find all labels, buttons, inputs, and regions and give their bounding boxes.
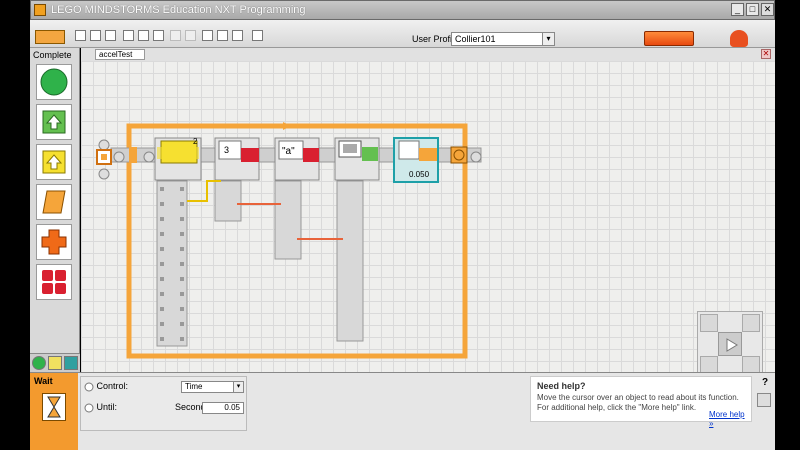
download-button[interactable] xyxy=(700,314,718,332)
app-window: LEGO MINDSTORMS Education NXT Programmin… xyxy=(0,0,800,450)
window-title: LEGO MINDSTORMS Education NXT Programmin… xyxy=(51,4,306,16)
palette-data-block[interactable] xyxy=(36,224,72,260)
open-file-icon[interactable] xyxy=(90,30,101,41)
palette-flow-block[interactable] xyxy=(36,184,72,220)
palette-sensor-block[interactable] xyxy=(36,144,72,180)
text-block-value: "a" xyxy=(282,146,295,157)
copy-icon[interactable] xyxy=(138,30,149,41)
robot-educator-icon[interactable] xyxy=(730,30,748,47)
help-panel: Need help? Move the cursor over an objec… xyxy=(530,376,752,428)
paste-icon[interactable] xyxy=(153,30,164,41)
orange-parallelogram-icon xyxy=(42,190,66,214)
user-profile-value: Collier101 xyxy=(455,34,496,44)
wait-value-label: 0.050 xyxy=(409,170,430,179)
my-block-icon[interactable] xyxy=(252,30,263,41)
program-grid[interactable]: 2 3 "a" 0.050 xyxy=(81,61,775,377)
pointer-icon[interactable] xyxy=(202,30,213,41)
complete-palette-tab[interactable] xyxy=(48,356,62,370)
block-palette: Complete xyxy=(30,48,80,372)
program-tab[interactable]: accelTest xyxy=(95,49,145,60)
minimize-button[interactable]: _ xyxy=(731,3,744,16)
app-logo-icon xyxy=(34,4,46,16)
run-program-button[interactable] xyxy=(718,332,742,356)
main-toolbar: User Profile: Collier101 ▾ xyxy=(30,20,775,48)
until-row: Until: xyxy=(84,402,117,413)
nxt-controller xyxy=(697,311,763,377)
until-radio-icon xyxy=(84,403,94,413)
common-palette-tab[interactable] xyxy=(32,356,46,370)
redo-icon[interactable] xyxy=(185,30,196,41)
loop-direction-arrow xyxy=(283,122,291,130)
control-radio-icon xyxy=(84,382,94,392)
config-block-title: Wait xyxy=(34,376,53,386)
save-icon[interactable] xyxy=(105,30,116,41)
play-icon xyxy=(726,338,738,352)
download-selected-button[interactable] xyxy=(742,314,760,332)
user-profile-select[interactable]: Collier101 ▾ xyxy=(451,32,555,46)
comment-icon[interactable] xyxy=(232,30,243,41)
palette-mixed-block[interactable] xyxy=(36,264,72,300)
hourglass-icon xyxy=(42,393,66,421)
custom-palette-tab[interactable] xyxy=(64,356,78,370)
red-grid-icon xyxy=(42,270,66,294)
control-row: Control: xyxy=(84,381,128,392)
palette-common-block[interactable] xyxy=(36,64,72,100)
close-program-button[interactable]: ✕ xyxy=(761,49,771,59)
green-circle-icon xyxy=(40,68,68,96)
control-value: Time xyxy=(185,382,203,391)
close-window-button[interactable]: ✕ xyxy=(761,3,774,16)
pan-hand-icon[interactable] xyxy=(217,30,228,41)
control-label: Control: xyxy=(96,381,129,391)
number-to-text-block xyxy=(214,137,260,222)
orange-cross-icon xyxy=(41,229,67,255)
green-upload-icon xyxy=(42,110,66,134)
palette-tabs xyxy=(30,353,80,372)
cut-icon[interactable] xyxy=(123,30,134,41)
help-title: Need help? xyxy=(537,381,586,391)
chevron-down-icon: ▾ xyxy=(542,33,554,45)
loop-start-segment xyxy=(129,147,137,163)
loop-count-label: 2 xyxy=(193,137,198,146)
seconds-input[interactable]: 0.05 xyxy=(202,402,244,414)
until-label: Until: xyxy=(96,402,118,412)
wait-settings: Control: Time ▾ Until: Seconds: 0.05 xyxy=(80,376,247,431)
new-file-icon[interactable] xyxy=(75,30,86,41)
program-workspace: accelTest ✕ 2 3 "a" 0.050 xyxy=(81,48,775,377)
palette-title: Complete xyxy=(33,50,72,60)
program-diagram: 2 3 "a" 0.050 xyxy=(96,122,482,359)
undo-icon[interactable] xyxy=(170,30,181,41)
selected-block-panel: Wait xyxy=(30,373,78,450)
palette-action-block[interactable] xyxy=(36,104,72,140)
start-marker xyxy=(96,139,125,180)
help-question-icon[interactable]: ? xyxy=(758,377,772,391)
maximize-button[interactable]: □ xyxy=(746,3,759,16)
number-block-value: 3 xyxy=(224,145,229,155)
title-bar: LEGO MINDSTORMS Education NXT Programmin… xyxy=(30,0,775,20)
chevron-down-icon: ▾ xyxy=(233,382,243,392)
help-map-icon[interactable] xyxy=(757,393,771,407)
program-mode-toggle[interactable] xyxy=(35,30,65,44)
accelerometer-sensor-block xyxy=(143,137,202,347)
nxt-window-button[interactable] xyxy=(644,31,694,46)
control-select[interactable]: Time ▾ xyxy=(181,381,244,393)
yellow-upload-icon xyxy=(42,150,66,174)
more-help-link[interactable]: More help » xyxy=(709,410,751,428)
configuration-panel: Wait Control: Time ▾ Until: Seconds: 0.0… xyxy=(30,372,775,450)
